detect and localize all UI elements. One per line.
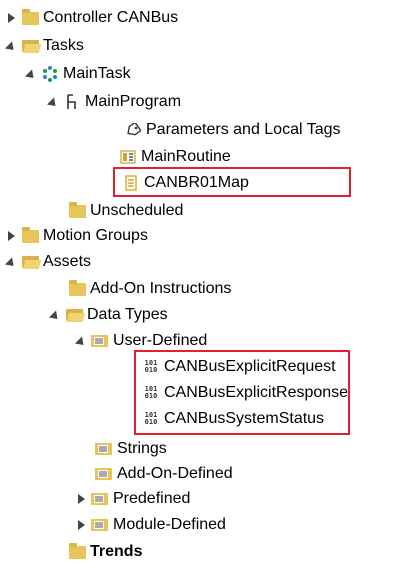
tree-item-trends[interactable]: Trends [64, 539, 142, 565]
tree-item-data-types[interactable]: Data Types [44, 302, 168, 328]
datatype-folder-icon [95, 465, 113, 483]
project-tree: Controller CANBus Tasks MainTask MainPro… [0, 0, 401, 573]
folder-icon [68, 201, 86, 220]
binary-datatype-icon: 101 010 [144, 385, 158, 400]
tree-item-main-task[interactable]: MainTask [20, 61, 131, 87]
expand-icon[interactable] [5, 223, 17, 249]
continuous-task-icon [41, 65, 59, 83]
expand-icon[interactable] [75, 486, 87, 512]
tree-item-strings[interactable]: Strings [91, 436, 167, 462]
tree-item-label: Strings [117, 440, 167, 457]
folder-open-icon [21, 253, 39, 271]
tree-item-label: CANBusSystemStatus [164, 410, 325, 427]
collapse-icon[interactable] [46, 89, 60, 115]
tree-item-label: Data Types [87, 306, 168, 323]
binary-datatype-icon: 101 010 [144, 411, 158, 426]
tree-item-label: Controller CANBus [43, 9, 179, 26]
ladder-routine-icon [119, 148, 137, 166]
tag-icon [124, 121, 142, 139]
datatype-folder-icon [95, 440, 113, 458]
tree-item-parameters-local-tags[interactable]: Parameters and Local Tags [120, 117, 340, 143]
program-icon [63, 93, 81, 111]
mapping-routine-icon [122, 174, 140, 192]
tree-item-label: Unscheduled [90, 202, 184, 219]
expand-icon[interactable] [5, 5, 17, 31]
collapse-icon[interactable] [4, 249, 18, 275]
datatype-folder-icon [91, 490, 109, 508]
tree-item-addon-defined[interactable]: Add-On-Defined [91, 461, 233, 487]
folder-icon [68, 542, 86, 561]
tree-item-canbr01map[interactable]: CANBR01Map [118, 170, 249, 196]
tree-item-label: Predefined [113, 490, 191, 507]
folder-open-icon [65, 306, 83, 324]
folder-icon [21, 8, 39, 27]
tree-item-label: MainProgram [85, 93, 182, 110]
tree-item-canbus-system-status[interactable]: 101 010 CANBusSystemStatus [138, 406, 324, 432]
tree-item-module-defined[interactable]: Module-Defined [70, 512, 226, 538]
tree-item-canbus-explicit-response[interactable]: 101 010 CANBusExplicitResponse [138, 380, 348, 406]
tree-item-addon-instructions[interactable]: Add-On Instructions [64, 276, 231, 302]
tree-item-label: CANBusExplicitResponse [164, 384, 349, 401]
folder-icon [21, 226, 39, 245]
tree-item-label: Parameters and Local Tags [146, 121, 341, 138]
collapse-icon[interactable] [4, 33, 18, 59]
tree-item-label: Add-On-Defined [117, 465, 233, 482]
tree-item-label: Assets [43, 253, 92, 270]
tree-item-label: Tasks [43, 37, 84, 54]
datatype-folder-icon [91, 332, 109, 350]
collapse-icon[interactable] [74, 328, 88, 354]
binary-datatype-icon: 101 010 [144, 359, 158, 374]
folder-icon [68, 279, 86, 298]
folder-open-icon [21, 37, 39, 55]
expand-icon[interactable] [75, 512, 87, 538]
tree-item-main-program[interactable]: MainProgram [42, 89, 181, 115]
tree-item-label: MainTask [63, 65, 131, 82]
tree-item-unscheduled[interactable]: Unscheduled [64, 198, 183, 224]
tree-item-label: CANBusExplicitRequest [164, 358, 336, 375]
tree-item-label: Motion Groups [43, 227, 148, 244]
collapse-icon[interactable] [48, 302, 62, 328]
tree-item-canbus-explicit-request[interactable]: 101 010 CANBusExplicitRequest [138, 354, 336, 380]
tree-item-predefined[interactable]: Predefined [70, 486, 190, 512]
tree-item-label: CANBR01Map [144, 174, 249, 191]
tree-item-label: Module-Defined [113, 516, 226, 533]
tree-item-assets[interactable]: Assets [0, 249, 91, 275]
tree-item-label: Add-On Instructions [90, 280, 232, 297]
tree-item-label: Trends [90, 543, 143, 560]
tree-item-controller-canbus[interactable]: Controller CANBus [0, 5, 178, 31]
datatype-folder-icon [91, 516, 109, 534]
tree-item-motion-groups[interactable]: Motion Groups [0, 223, 148, 249]
tree-item-tasks[interactable]: Tasks [0, 33, 84, 59]
collapse-icon[interactable] [24, 61, 38, 87]
